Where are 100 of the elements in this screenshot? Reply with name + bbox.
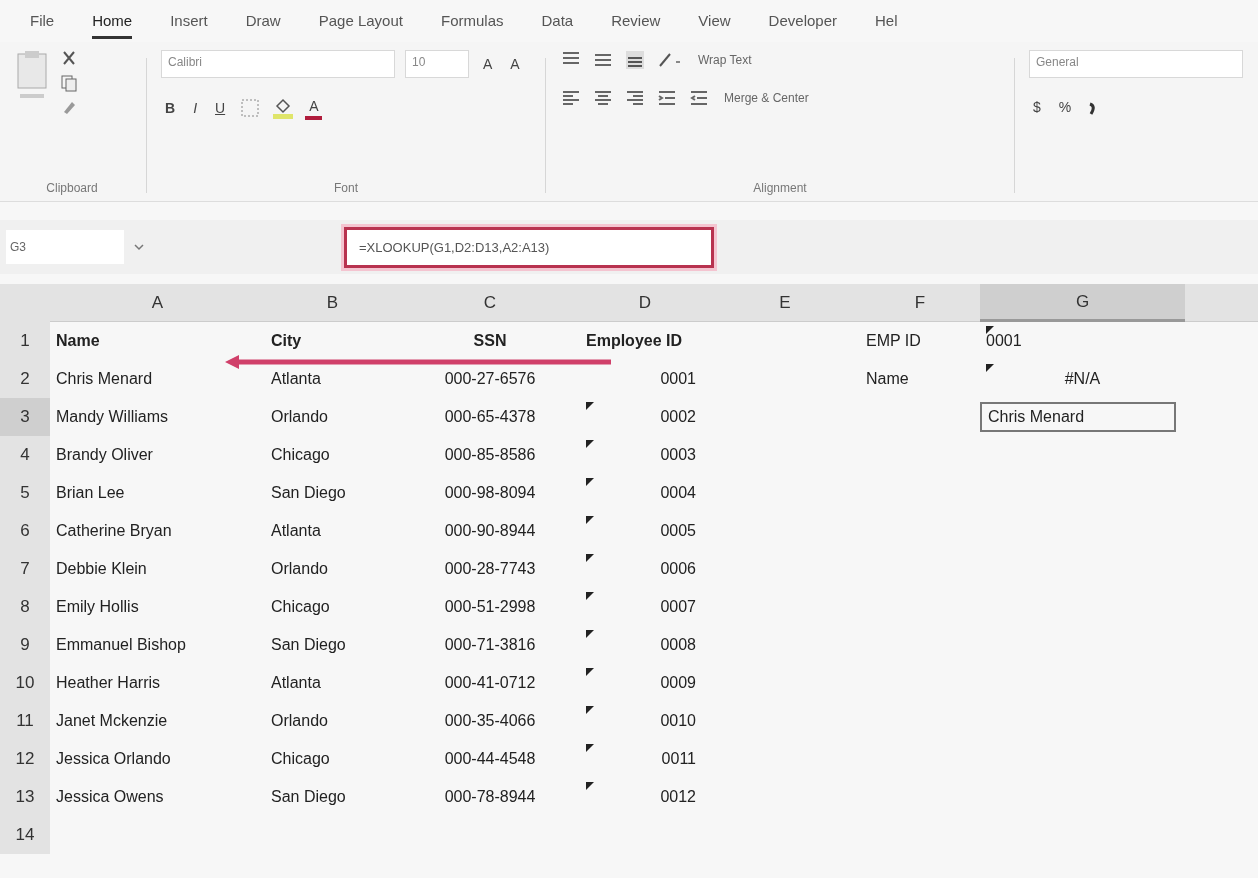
row-header[interactable]: 12 bbox=[0, 740, 50, 778]
error-indicator-icon[interactable] bbox=[586, 554, 594, 562]
column-header[interactable]: E bbox=[710, 284, 860, 322]
row-header[interactable]: 13 bbox=[0, 778, 50, 816]
name-box[interactable]: G3 bbox=[6, 230, 124, 264]
align-right-icon[interactable] bbox=[624, 88, 646, 108]
table-cell-text: San Diego bbox=[270, 787, 347, 807]
row-header[interactable]: 11 bbox=[0, 702, 50, 740]
italic-button[interactable]: I bbox=[189, 98, 201, 118]
group-label: Clipboard bbox=[45, 181, 99, 197]
row-header[interactable]: 3 bbox=[0, 398, 50, 436]
formula-field[interactable]: =XLOOKUP(G1,D2:D13,A2:A13) bbox=[344, 226, 714, 268]
underline-button[interactable]: U bbox=[211, 98, 230, 118]
grow-font-button[interactable]: A bbox=[479, 54, 497, 74]
error-indicator-icon[interactable] bbox=[586, 706, 594, 714]
outdent-icon[interactable] bbox=[688, 88, 710, 108]
table-cell-text: 000-78-8944 bbox=[443, 787, 537, 807]
error-indicator-icon[interactable] bbox=[586, 630, 594, 638]
font-color-button[interactable]: A bbox=[305, 96, 323, 120]
percent-button[interactable]: % bbox=[1054, 97, 1076, 117]
align-left-icon[interactable] bbox=[560, 88, 582, 108]
table-cell-text: Jessica Orlando bbox=[55, 749, 172, 769]
column-header[interactable]: B bbox=[265, 284, 400, 322]
table-cell-text: 0003 bbox=[659, 445, 697, 465]
table-cell-text: 0012 bbox=[659, 787, 697, 807]
font-size-field[interactable]: 10 bbox=[405, 50, 469, 78]
group-label: Font bbox=[333, 181, 359, 197]
ribbon-tab[interactable]: Draw bbox=[245, 12, 281, 39]
ribbon-tab[interactable]: Page Layout bbox=[318, 12, 403, 39]
error-indicator-icon[interactable] bbox=[586, 668, 594, 676]
row-header[interactable]: 9 bbox=[0, 626, 50, 664]
ribbon-tab[interactable]: Home bbox=[92, 12, 133, 39]
table-cell-text: 0001 bbox=[659, 369, 697, 389]
row-header[interactable]: 14 bbox=[0, 816, 50, 854]
currency-button[interactable]: $ bbox=[1029, 97, 1045, 117]
ribbon-tab[interactable]: Hel bbox=[875, 12, 898, 39]
column-header[interactable]: A bbox=[50, 284, 265, 322]
column-header[interactable]: G bbox=[980, 284, 1185, 322]
merge-center-button[interactable]: Merge & Center bbox=[720, 89, 813, 107]
table-cell-text: Catherine Bryan bbox=[55, 521, 173, 541]
table-cell-text: 0008 bbox=[659, 635, 697, 655]
group-label: Alignment bbox=[752, 181, 808, 197]
row-header[interactable]: 2 bbox=[0, 360, 50, 398]
bold-button[interactable]: B bbox=[161, 98, 180, 118]
column-header[interactable]: D bbox=[580, 284, 710, 322]
table-cell-text: 0009 bbox=[659, 673, 697, 693]
error-indicator-icon[interactable] bbox=[586, 516, 594, 524]
table-cell-text: 000-65-4378 bbox=[443, 407, 537, 427]
table-cell-text: 000-90-8944 bbox=[443, 521, 537, 541]
error-indicator-icon[interactable] bbox=[986, 326, 994, 334]
row-header[interactable]: 8 bbox=[0, 588, 50, 626]
table-cell-text: Heather Harris bbox=[55, 673, 162, 693]
align-bottom-icon[interactable] bbox=[624, 50, 646, 70]
error-indicator-icon[interactable] bbox=[586, 592, 594, 600]
table-cell-text: Jessica Owens bbox=[55, 787, 165, 807]
table-cell-text: 0007 bbox=[659, 597, 697, 617]
ribbon-tab[interactable]: File bbox=[30, 12, 55, 39]
ribbon-tab[interactable]: View bbox=[698, 12, 731, 39]
wrap-text-button[interactable]: Wrap Text bbox=[694, 51, 756, 69]
table-cell-text: Debbie Klein bbox=[55, 559, 148, 579]
row-header[interactable]: 1 bbox=[0, 322, 50, 360]
font-name-field[interactable]: Calibri bbox=[161, 50, 395, 78]
table-cell-text: 000-41-0712 bbox=[443, 673, 537, 693]
table-cell-text: Janet Mckenzie bbox=[55, 711, 169, 731]
table-cell-text: Chris Menard bbox=[55, 369, 154, 389]
shrink-font-button[interactable]: A bbox=[506, 54, 524, 74]
error-indicator-icon[interactable] bbox=[586, 402, 594, 410]
table-cell-text: Atlanta bbox=[270, 521, 322, 541]
ribbon-tab[interactable]: Review bbox=[611, 12, 661, 39]
table-cell-text: 0011 bbox=[660, 749, 697, 769]
row-header[interactable]: 4 bbox=[0, 436, 50, 474]
fill-color-icon[interactable] bbox=[271, 96, 296, 120]
error-indicator-icon[interactable] bbox=[586, 782, 594, 790]
row-header[interactable]: 5 bbox=[0, 474, 50, 512]
table-cell-text: Orlando bbox=[270, 407, 329, 427]
ribbon-tab[interactable]: Data bbox=[541, 12, 574, 39]
error-indicator-icon[interactable] bbox=[986, 364, 994, 372]
table-cell-text: 0010 bbox=[659, 711, 697, 731]
ribbon-tab[interactable]: Formulas bbox=[440, 12, 504, 39]
error-indicator-icon[interactable] bbox=[586, 478, 594, 486]
table-cell-text: 000-28-7743 bbox=[443, 559, 537, 579]
row-header[interactable]: 7 bbox=[0, 550, 50, 588]
column-header[interactable]: F bbox=[860, 284, 980, 322]
row-header[interactable]: 6 bbox=[0, 512, 50, 550]
dropdown-icon[interactable] bbox=[134, 243, 144, 251]
indent-icon[interactable] bbox=[656, 88, 678, 108]
table-cell-text: 0004 bbox=[659, 483, 697, 503]
align-center-icon[interactable] bbox=[592, 88, 614, 108]
column-header[interactable]: C bbox=[400, 284, 580, 322]
ribbon-tab[interactable]: Insert bbox=[170, 12, 208, 39]
row-header[interactable]: 10 bbox=[0, 664, 50, 702]
ribbon-tab[interactable]: Developer bbox=[768, 12, 837, 39]
error-indicator-icon[interactable] bbox=[586, 440, 594, 448]
table-cell-text: Atlanta bbox=[270, 369, 322, 389]
table-cell-text: 0005 bbox=[659, 521, 697, 541]
table-cell-text: 000-51-2998 bbox=[443, 597, 537, 617]
error-indicator-icon[interactable] bbox=[586, 744, 594, 752]
table-cell-text: Chicago bbox=[270, 445, 331, 465]
number-format-field[interactable]: General bbox=[1029, 50, 1243, 78]
table-cell-text: 0002 bbox=[659, 407, 697, 427]
